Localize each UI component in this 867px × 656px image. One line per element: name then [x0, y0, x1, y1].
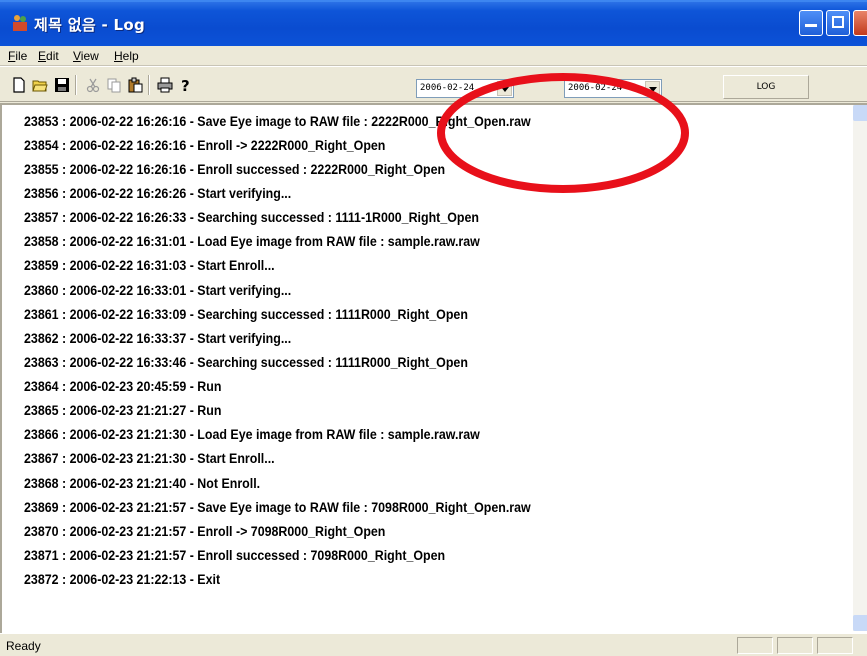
log-line: 23872 : 2006-02-23 21:22:13 - Exit	[24, 572, 221, 587]
menu-bar: File Edit View Help	[0, 46, 867, 66]
log-line: 23858 : 2006-02-22 16:31:01 - Load Eye i…	[24, 234, 480, 249]
log-line: 23855 : 2006-02-22 16:26:16 - Enroll suc…	[24, 162, 446, 177]
log-line: 23857 : 2006-02-22 16:26:33 - Searching …	[24, 210, 479, 225]
scroll-up-button[interactable]	[853, 105, 867, 121]
log-line: 23863 : 2006-02-22 16:33:46 - Searching …	[24, 355, 468, 370]
log-line: 23866 : 2006-02-23 21:21:30 - Load Eye i…	[24, 427, 480, 442]
save-icon[interactable]	[54, 77, 70, 93]
log-line: 23868 : 2006-02-23 21:21:40 - Not Enroll…	[24, 476, 261, 491]
cut-icon[interactable]	[85, 77, 101, 93]
menu-help[interactable]: Help	[114, 49, 139, 63]
date-from-value: 2006-02-24	[420, 83, 475, 93]
log-line: 23861 : 2006-02-22 16:33:09 - Searching …	[24, 307, 468, 322]
menu-view[interactable]: View	[73, 49, 99, 63]
date-to-select[interactable]: 2006-02-24	[564, 79, 662, 98]
log-line: 23862 : 2006-02-22 16:33:37 - Start veri…	[24, 331, 292, 346]
log-line: 23871 : 2006-02-23 21:21:57 - Enroll suc…	[24, 548, 446, 563]
log-line: 23859 : 2006-02-22 16:31:03 - Start Enro…	[24, 258, 275, 273]
status-text: Ready	[6, 639, 41, 653]
window-title: 제목 없음 - Log	[34, 16, 145, 34]
status-pane	[777, 637, 813, 654]
toolbar-separator	[75, 75, 77, 95]
maximize-icon	[832, 16, 844, 28]
status-pane	[737, 637, 773, 654]
status-pane	[817, 637, 853, 654]
paste-icon[interactable]	[127, 77, 143, 93]
chevron-down-icon[interactable]	[497, 81, 512, 96]
title-bar[interactable]: 제목 없음 - Log	[0, 0, 867, 46]
log-line: 23864 : 2006-02-23 20:45:59 - Run	[24, 379, 222, 394]
chevron-down-icon[interactable]	[645, 81, 660, 96]
minimize-button[interactable]	[799, 10, 823, 36]
new-icon[interactable]	[11, 77, 27, 93]
about-icon[interactable]: ?	[178, 77, 194, 93]
log-line: 23856 : 2006-02-22 16:26:26 - Start veri…	[24, 186, 292, 201]
maximize-button[interactable]	[826, 10, 850, 36]
app-icon	[13, 15, 27, 31]
status-bar: Ready	[0, 633, 867, 656]
toolbar-separator	[148, 75, 150, 95]
open-icon[interactable]	[32, 77, 48, 93]
log-list[interactable]: 23853 : 2006-02-22 16:26:16 - Save Eye i…	[0, 103, 867, 633]
minimize-icon	[805, 15, 817, 27]
log-line: 23853 : 2006-02-22 16:26:16 - Save Eye i…	[24, 114, 531, 129]
log-line: 23865 : 2006-02-23 21:21:27 - Run	[24, 403, 222, 418]
log-line: 23867 : 2006-02-23 21:21:30 - Start Enro…	[24, 451, 275, 466]
menu-file[interactable]: File	[8, 49, 27, 63]
log-line: 23860 : 2006-02-22 16:33:01 - Start veri…	[24, 283, 292, 298]
log-line: 23870 : 2006-02-23 21:21:57 - Enroll -> …	[24, 524, 386, 539]
print-icon[interactable]	[157, 77, 173, 93]
toolbar: ? 2006-02-24 2006-02-24 LOG	[0, 66, 867, 102]
date-from-select[interactable]: 2006-02-24	[416, 79, 514, 98]
svg-text:?: ?	[181, 77, 190, 93]
close-button[interactable]	[853, 10, 867, 36]
date-to-value: 2006-02-24	[568, 83, 623, 93]
scroll-down-button[interactable]	[853, 615, 867, 631]
copy-icon[interactable]	[106, 77, 122, 93]
menu-edit[interactable]: Edit	[38, 49, 59, 63]
log-line: 23854 : 2006-02-22 16:26:16 - Enroll -> …	[24, 138, 386, 153]
log-line: 23869 : 2006-02-23 21:21:57 - Save Eye i…	[24, 500, 531, 515]
vertical-scrollbar[interactable]	[853, 105, 867, 631]
log-button[interactable]: LOG	[723, 75, 809, 99]
